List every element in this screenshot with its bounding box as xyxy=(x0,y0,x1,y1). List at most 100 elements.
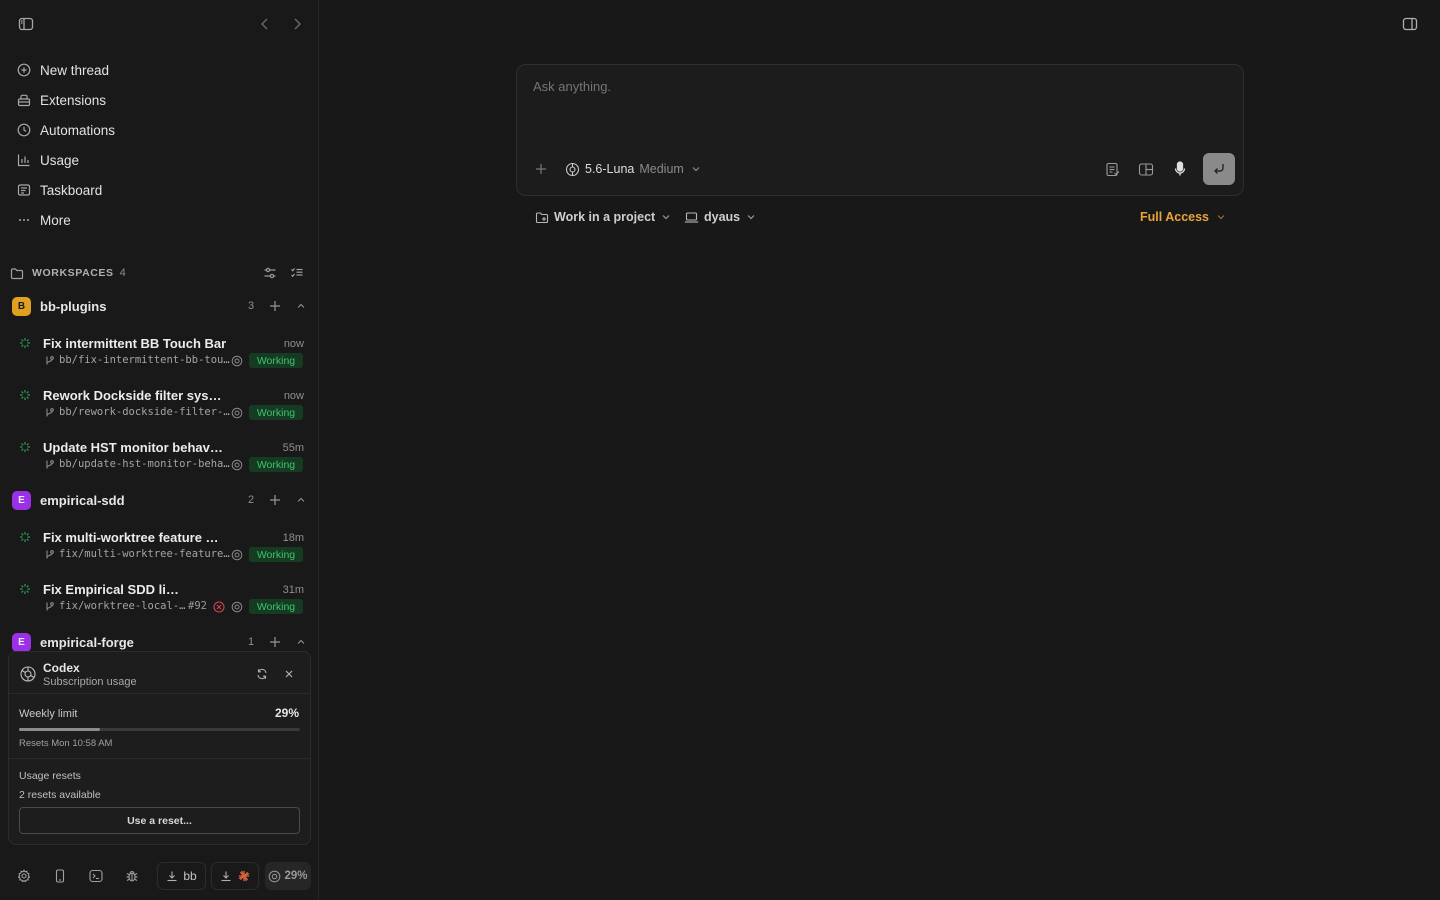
git-branch-icon xyxy=(44,601,55,612)
resets-available: 2 resets available xyxy=(19,789,101,801)
folder-plus-icon xyxy=(535,211,549,224)
usage-card-subtitle: Subscription usage xyxy=(43,676,137,688)
nav-label: New thread xyxy=(40,62,110,78)
workspaces-label: WORKSPACES xyxy=(32,267,114,279)
thread-time: 55m xyxy=(282,442,304,454)
thread-time: now xyxy=(283,338,304,350)
nav-label: Extensions xyxy=(40,92,107,108)
access-level-selector[interactable]: Full Access xyxy=(1140,208,1226,226)
bar-chart-icon xyxy=(17,153,31,167)
git-branch-icon xyxy=(44,459,55,470)
add-thread-plus-icon[interactable] xyxy=(269,494,281,506)
thread-branch: bb/rework-dockside-filter-… xyxy=(59,406,230,418)
chevron-down-icon xyxy=(661,212,671,222)
forward-arrow-icon[interactable] xyxy=(291,17,303,31)
nav-taskboard[interactable]: Taskboard xyxy=(8,176,308,204)
thread-item[interactable]: Fix Empirical SDD li… 31m fix/worktree-l… xyxy=(0,578,319,622)
main-panel: 5.6-Luna Medium Work in a project dyaus … xyxy=(320,0,1440,900)
sidebar-toggle-icon[interactable] xyxy=(18,16,34,32)
status-badge: Working xyxy=(249,457,303,472)
openai-logo-icon xyxy=(565,162,580,177)
nav-new-thread[interactable]: New thread xyxy=(8,56,308,84)
nav-automations[interactable]: Automations xyxy=(8,116,308,144)
add-thread-plus-icon[interactable] xyxy=(269,300,281,312)
workspace-name: bb-plugins xyxy=(40,299,107,314)
access-label: Full Access xyxy=(1140,210,1210,224)
machine-selector[interactable]: dyaus xyxy=(684,208,756,226)
filter-sliders-icon[interactable] xyxy=(263,266,277,280)
openai-logo-icon xyxy=(19,665,37,683)
divider xyxy=(9,693,310,694)
status-badge: Working xyxy=(249,405,303,420)
openai-logo-icon xyxy=(231,407,243,419)
status-badge: Working xyxy=(249,599,303,614)
bug-icon[interactable] xyxy=(120,862,144,890)
status-badge: Working xyxy=(249,547,303,562)
add-thread-plus-icon[interactable] xyxy=(269,636,281,648)
refresh-icon[interactable] xyxy=(256,668,268,680)
download-claude-button[interactable] xyxy=(211,862,259,890)
notes-list-icon[interactable] xyxy=(1105,162,1120,177)
back-arrow-icon[interactable] xyxy=(259,17,271,31)
attach-plus-icon[interactable] xyxy=(535,163,547,175)
collapse-chevron-up-icon[interactable] xyxy=(296,301,306,311)
ellipsis-icon xyxy=(17,213,31,227)
right-panel-toggle-icon[interactable] xyxy=(1402,16,1418,32)
working-spinner-icon xyxy=(19,441,31,453)
reasoning-effort: Medium xyxy=(639,162,684,176)
collapse-chevron-up-icon[interactable] xyxy=(296,637,306,647)
openai-logo-icon xyxy=(231,601,243,613)
thread-title: Fix multi-worktree feature … xyxy=(43,530,219,545)
weekly-limit-percent: 29% xyxy=(274,706,299,720)
git-branch-icon xyxy=(44,407,55,418)
thread-title: Update HST monitor behav… xyxy=(43,440,223,455)
thread-item[interactable]: Rework Dockside filter sys… now bb/rewor… xyxy=(0,384,319,428)
thread-item[interactable]: Fix multi-worktree feature … 18m fix/mul… xyxy=(0,526,319,570)
prompt-input[interactable] xyxy=(533,79,1223,139)
working-spinner-icon xyxy=(19,531,31,543)
nav-more[interactable]: More xyxy=(8,206,308,234)
model-selector[interactable]: 5.6-Luna Medium xyxy=(565,160,701,178)
use-reset-button[interactable]: Use a reset... xyxy=(19,807,300,834)
openai-logo-icon xyxy=(231,355,243,367)
weekly-limit-progress-fill xyxy=(19,728,101,731)
layout-panel-icon[interactable] xyxy=(1138,162,1154,177)
thread-item[interactable]: Fix intermittent BB Touch Bar now bb/fix… xyxy=(0,332,319,376)
ci-failed-x-icon xyxy=(213,601,225,613)
thread-item[interactable]: Update HST monitor behav… 55m bb/update-… xyxy=(0,436,319,480)
divider xyxy=(9,758,310,759)
settings-gear-icon[interactable] xyxy=(12,862,36,890)
nav-usage[interactable]: Usage xyxy=(8,146,308,174)
send-button[interactable] xyxy=(1203,153,1235,185)
mobile-device-icon[interactable] xyxy=(48,862,72,890)
nav-extensions[interactable]: Extensions xyxy=(8,86,308,114)
nav-label: Taskboard xyxy=(40,182,103,198)
pull-request-number[interactable]: #92 xyxy=(188,600,207,612)
nav-label: Automations xyxy=(40,122,116,138)
collapse-chevron-up-icon[interactable] xyxy=(296,495,306,505)
thread-time: 18m xyxy=(282,532,304,544)
git-branch-icon xyxy=(44,549,55,560)
nav-label: More xyxy=(40,212,71,228)
close-icon[interactable] xyxy=(284,669,294,679)
workspace-group-empirical-sdd[interactable]: E empirical-sdd 2 xyxy=(0,489,319,513)
thread-branch: bb/update-hst-monitor-beha… xyxy=(59,458,230,470)
checklist-icon[interactable] xyxy=(290,266,304,280)
microphone-icon[interactable] xyxy=(1173,161,1187,177)
plus-circle-icon xyxy=(17,63,31,77)
usage-card-title: Codex xyxy=(43,661,80,675)
thread-time: now xyxy=(283,390,304,402)
download-bb-button[interactable]: bb xyxy=(157,862,206,890)
chevron-down-icon xyxy=(746,212,756,222)
terminal-icon[interactable] xyxy=(84,862,108,890)
status-badge: Working xyxy=(249,353,303,368)
work-in-project-selector[interactable]: Work in a project xyxy=(535,208,671,226)
openai-logo-icon xyxy=(268,870,281,883)
thread-branch: fix/worktree-local-… xyxy=(59,600,186,612)
codex-usage-button[interactable]: 29% xyxy=(265,862,311,890)
workspace-group-bb-plugins[interactable]: B bb-plugins 3 xyxy=(0,295,319,319)
working-spinner-icon xyxy=(19,389,31,401)
send-return-arrow-icon xyxy=(1212,162,1226,176)
thread-branch: fix/multi-worktree-feature… xyxy=(59,548,230,560)
nav-label: Usage xyxy=(40,152,80,168)
